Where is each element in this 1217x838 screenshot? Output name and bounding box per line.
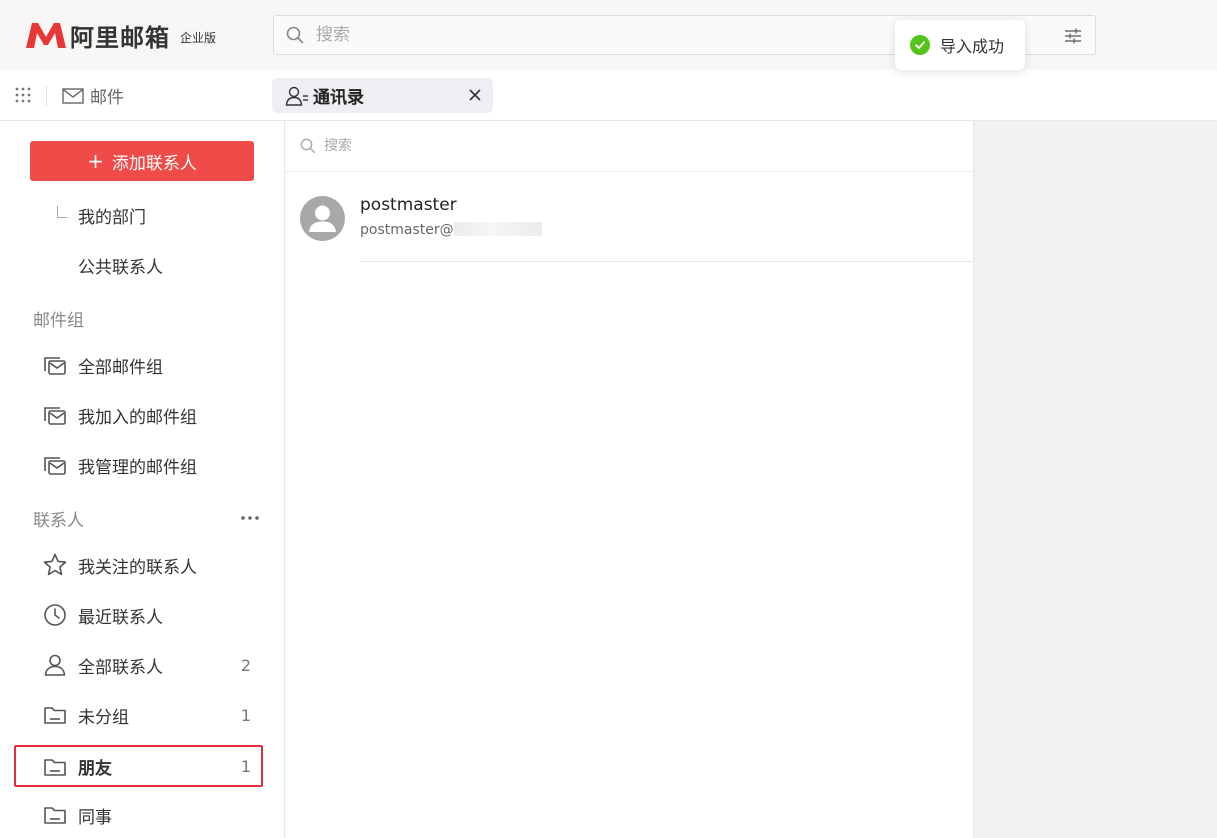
- brand-name: 阿里邮箱: [70, 23, 170, 52]
- mail-group-icon: [44, 457, 66, 475]
- app-grid-icon[interactable]: [14, 86, 32, 104]
- contacts-sidebar: + 添加联系人 我的部门 公共联系人 邮件组 全部邮件组 我加入的邮件组 我管理…: [0, 121, 285, 838]
- sidebar-item-managed-mail-groups[interactable]: 我管理的邮件组: [14, 445, 263, 485]
- sidebar-item-label: 我加入的邮件组: [78, 407, 197, 428]
- brand-logo[interactable]: 阿里邮箱 企业版: [24, 18, 274, 53]
- mail-nav-label: 邮件: [90, 88, 124, 108]
- sidebar-item-label: 全部联系人: [78, 657, 163, 678]
- tab-bar: 邮件 通讯录: [0, 70, 1217, 121]
- contact-name: postmaster: [360, 195, 457, 215]
- tab-contacts[interactable]: 通讯录: [272, 78, 493, 113]
- more-options-icon[interactable]: [240, 513, 260, 523]
- mail-group-section-title: 邮件组: [33, 311, 84, 331]
- add-contact-button[interactable]: + 添加联系人: [30, 141, 254, 181]
- folder-icon: [44, 807, 66, 824]
- search-icon: [300, 138, 316, 154]
- row-divider: [360, 261, 973, 262]
- plus-icon: +: [87, 149, 104, 173]
- sidebar-item-label: 同事: [78, 807, 112, 828]
- brand-edition: 企业版: [180, 30, 217, 45]
- folder-icon: [44, 707, 66, 724]
- tabbar-divider: [46, 86, 47, 106]
- mail-nav-link[interactable]: 邮件: [62, 83, 124, 108]
- sidebar-item-joined-mail-groups[interactable]: 我加入的邮件组: [14, 395, 263, 435]
- tab-contacts-label: 通讯录: [313, 88, 364, 108]
- success-check-icon: [910, 35, 930, 55]
- top-header: 阿里邮箱 企业版 导入成功: [0, 0, 1217, 70]
- star-icon: [43, 553, 67, 576]
- clock-icon: [44, 604, 66, 626]
- contact-email-text: postmaster@: [360, 222, 454, 238]
- contacts-section-title: 联系人: [33, 511, 84, 531]
- sidebar-item-label: 朋友: [78, 758, 112, 779]
- sidebar-item-label: 我的部门: [78, 207, 146, 228]
- item-count-badge: 1: [240, 756, 251, 776]
- tree-branch-icon: [57, 206, 67, 218]
- sidebar-item-label: 公共联系人: [78, 257, 163, 278]
- sidebar-item-all-contacts[interactable]: 全部联系人 2: [14, 645, 263, 685]
- mail-icon: [62, 87, 84, 104]
- toast-message: 导入成功: [940, 37, 1005, 56]
- success-toast: 导入成功: [895, 20, 1025, 70]
- sidebar-item-label: 未分组: [78, 707, 129, 728]
- item-count-badge: 2: [240, 655, 251, 675]
- user-icon: [44, 654, 66, 676]
- mail-group-icon: [44, 407, 66, 425]
- mail-app: 阿里邮箱 企业版 导入成功: [0, 0, 1217, 838]
- search-icon: [286, 26, 304, 44]
- redacted-email-domain: [453, 222, 542, 236]
- contacts-icon: [285, 86, 308, 106]
- contact-email: postmaster@: [360, 222, 542, 238]
- mail-group-icon: [44, 357, 66, 375]
- sidebar-item-label: 我关注的联系人: [78, 557, 197, 578]
- sidebar-item-label: 最近联系人: [78, 607, 163, 628]
- contact-search-bar[interactable]: [285, 121, 973, 172]
- sidebar-item-ungrouped[interactable]: 未分组 1: [14, 695, 263, 735]
- add-contact-label: 添加联系人: [111, 153, 197, 174]
- sidebar-item-colleagues[interactable]: 同事: [14, 795, 263, 835]
- contact-list-panel: postmaster postmaster@: [285, 121, 973, 838]
- sidebar-item-all-mail-groups[interactable]: 全部邮件组: [14, 345, 263, 385]
- contact-list-item[interactable]: postmaster postmaster@: [285, 172, 973, 262]
- sidebar-item-label: 我管理的邮件组: [78, 457, 197, 478]
- sidebar-item-label: 全部邮件组: [78, 357, 163, 378]
- sidebar-item-friends[interactable]: 朋友 1: [14, 745, 263, 787]
- filter-settings-icon[interactable]: [1063, 26, 1083, 46]
- item-count-badge: 1: [240, 705, 251, 725]
- contact-search-input[interactable]: [324, 138, 824, 154]
- default-avatar-icon: [309, 205, 336, 232]
- folder-icon: [44, 759, 66, 776]
- contact-detail-panel: [973, 121, 1217, 838]
- sidebar-item-public-contacts[interactable]: 公共联系人: [14, 245, 263, 285]
- close-icon[interactable]: [467, 87, 483, 103]
- brand-m-icon: [26, 23, 66, 48]
- sidebar-item-starred-contacts[interactable]: 我关注的联系人: [14, 545, 263, 585]
- sidebar-item-my-department[interactable]: 我的部门: [14, 195, 263, 235]
- sidebar-item-recent-contacts[interactable]: 最近联系人: [14, 595, 263, 635]
- avatar: [300, 196, 345, 241]
- global-search-input[interactable]: [316, 25, 916, 45]
